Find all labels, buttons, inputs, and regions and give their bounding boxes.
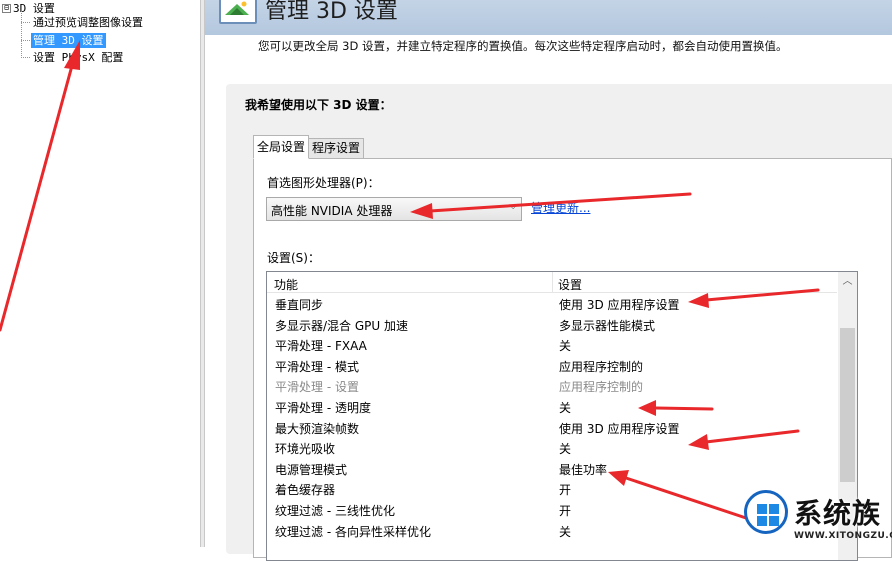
setting-value[interactable]: 关 [559, 399, 571, 416]
tree-item-physx-config[interactable]: 设置 PhysX 配置 [31, 50, 125, 65]
setting-value[interactable]: 多显示器性能模式 [559, 317, 655, 334]
settings-row[interactable]: 环境光吸收 关 [267, 437, 837, 458]
setting-feature: 纹理过滤 - 各向异性采样优化 [275, 524, 431, 539]
preferred-gpu-label: 首选图形处理器(P)： [267, 176, 380, 190]
collapse-icon[interactable]: ⊟ [2, 3, 11, 13]
setting-feature: 环境光吸收 [275, 442, 336, 457]
preferred-gpu-value: 高性能 NVIDIA 处理器 [271, 204, 393, 218]
settings-row[interactable]: 平滑处理 - FXAA 关 [267, 334, 837, 355]
setting-feature: 平滑处理 - FXAA [275, 339, 367, 354]
tree-root-3d-settings[interactable]: ⊟ 3D 设置 [2, 1, 55, 15]
setting-feature: 多显示器/混合 GPU 加速 [275, 318, 408, 333]
tree-connector [21, 57, 30, 58]
tree-connector [21, 22, 30, 23]
setting-value[interactable]: 最佳功率 [559, 461, 607, 478]
settings-row[interactable]: 最大预渲染帧数 使用 3D 应用程序设置 [267, 417, 837, 438]
settings-row[interactable]: 电源管理模式 最佳功率 [267, 458, 837, 479]
chevron-down-icon: ⌵ [509, 201, 517, 212]
watermark: 系统族 WWW.XITONGZU.COM [742, 487, 892, 547]
tree-root-label: 3D 设置 [13, 2, 55, 15]
scrollbar-thumb[interactable] [840, 328, 855, 482]
restore-link[interactable]: 管理更新... [531, 199, 590, 216]
tree-item-preview-image-settings[interactable]: 通过预览调整图像设置 [31, 15, 145, 30]
settings-tree: ⊟ 3D 设置 通过预览调整图像设置 管理 3D 设置 设置 PhysX 配置 [0, 0, 200, 547]
setting-feature: 着色缓存器 [275, 483, 336, 498]
scroll-up-arrow-icon[interactable]: ︿ [838, 272, 857, 292]
setting-feature: 垂直同步 [275, 298, 324, 312]
tree-connector [21, 40, 30, 41]
setting-feature: 平滑处理 - 设置 [275, 380, 359, 395]
setting-feature: 纹理过滤 - 三线性优化 [275, 504, 395, 518]
panel-splitter[interactable] [200, 0, 205, 547]
preferred-gpu-dropdown[interactable]: 高性能 NVIDIA 处理器 ⌵ [266, 197, 522, 221]
setting-value[interactable]: 应用程序控制的 [559, 378, 643, 395]
nvidia-3d-settings-icon [219, 0, 257, 24]
column-header-setting[interactable]: 设置 [558, 276, 582, 293]
watermark-url: WWW.XITONGZU.COM [794, 531, 892, 541]
tab-bar: 全局设置 程序设置 [253, 135, 365, 159]
setting-value[interactable]: 应用程序控制的 [559, 358, 643, 375]
setting-value[interactable]: 关 [559, 440, 571, 457]
setting-value[interactable]: 开 [559, 502, 571, 519]
watermark-brand: 系统族 [794, 497, 882, 530]
page-title: 管理 3D 设置 [265, 0, 398, 24]
tree-item-manage-3d-settings[interactable]: 管理 3D 设置 [31, 33, 106, 48]
setting-value[interactable]: 开 [559, 481, 571, 498]
settings-row[interactable]: 垂直同步 使用 3D 应用程序设置 [267, 293, 837, 314]
tree-connector [21, 11, 22, 58]
setting-value[interactable]: 关 [559, 337, 571, 354]
settings-list-label: 设置(S)： [267, 251, 320, 265]
settings-row[interactable]: 平滑处理 - 设置 应用程序控制的 [267, 375, 837, 396]
page-header: 管理 3D 设置 [205, 0, 892, 35]
setting-feature: 平滑处理 - 透明度 [275, 401, 371, 415]
setting-value[interactable]: 关 [559, 523, 571, 540]
setting-feature: 平滑处理 - 模式 [275, 359, 359, 374]
settings-row[interactable]: 平滑处理 - 模式 应用程序控制的 [267, 355, 837, 376]
tab-global-settings[interactable]: 全局设置 [253, 135, 310, 159]
windows-logo-icon [744, 490, 788, 534]
setting-feature: 电源管理模式 [275, 462, 348, 477]
settings-row[interactable]: 多显示器/混合 GPU 加速 多显示器性能模式 [267, 314, 837, 335]
section-heading: 我希望使用以下 3D 设置： [245, 98, 392, 112]
setting-feature: 最大预渲染帧数 [275, 421, 360, 436]
setting-value[interactable]: 使用 3D 应用程序设置 [559, 296, 680, 313]
page-description: 您可以更改全局 3D 设置，并建立特定程序的置换值。每次这些特定程序启动时，都会… [258, 39, 788, 53]
settings-row[interactable]: 平滑处理 - 透明度 关 [267, 396, 837, 417]
grid-header: 功能 设置 [267, 272, 837, 293]
tab-program-settings[interactable]: 程序设置 [308, 138, 365, 159]
column-divider [552, 272, 553, 292]
column-header-feature[interactable]: 功能 [274, 276, 298, 293]
setting-value[interactable]: 使用 3D 应用程序设置 [559, 420, 680, 437]
